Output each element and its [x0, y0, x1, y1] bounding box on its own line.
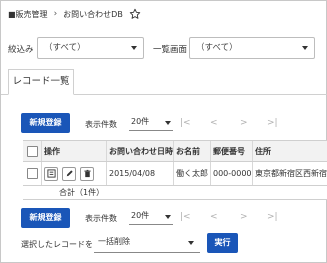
- window-frame: ■販売管理 › お問い合わせDB 絞込み （すべて） 一覧画面 （すべて） レコ…: [0, 0, 327, 263]
- count-label-top: 表示件数: [85, 120, 117, 129]
- delete-icon: [83, 169, 91, 178]
- cell-address: 東京都新宿区西新宿: [255, 169, 327, 178]
- column-divider: [252, 162, 253, 185]
- count-label-bottom: 表示件数: [85, 214, 117, 223]
- view-label: 一覧画面: [153, 45, 188, 55]
- column-divider: [106, 141, 107, 161]
- pager-next-top[interactable]: >: [240, 118, 248, 128]
- pager-prev-bottom[interactable]: <: [210, 212, 218, 222]
- pager-first-bottom[interactable]: |<: [180, 212, 191, 222]
- count-select-bottom[interactable]: 20件: [129, 209, 173, 225]
- detail-button[interactable]: [44, 166, 58, 181]
- bulk-label: 選択したレコードを: [21, 240, 93, 249]
- count-select-top-value: 20件: [131, 117, 150, 126]
- column-header-name[interactable]: お名前: [176, 141, 208, 161]
- column-header-address[interactable]: 住所: [255, 141, 327, 161]
- breadcrumb-root[interactable]: ■販売管理: [8, 9, 48, 20]
- narrow-label: 絞込み: [8, 45, 34, 55]
- bulk-action-value: 一括削除: [98, 237, 130, 246]
- pager-first-top[interactable]: |<: [180, 118, 191, 128]
- table-total-row: 合計（1件）: [23, 186, 327, 200]
- count-select-top[interactable]: 20件: [129, 115, 173, 131]
- view-select-value: （すべて）: [196, 43, 238, 53]
- edit-button[interactable]: [62, 166, 76, 181]
- chevron-down-icon: [165, 215, 171, 219]
- breadcrumb-current: お問い合わせDB: [63, 9, 123, 19]
- table-row: 2015/04/08 働く太郎 000-0000 東京都新宿区西新宿: [23, 162, 327, 186]
- narrow-select[interactable]: （すべて）: [37, 37, 144, 59]
- total-count: 合計（1件）: [59, 188, 105, 197]
- new-record-button-top[interactable]: 新規登録: [21, 113, 70, 133]
- select-all-checkbox[interactable]: [27, 145, 38, 157]
- cell-date: 2015/04/08: [109, 169, 156, 178]
- count-select-bottom-value: 20件: [131, 211, 150, 220]
- column-divider: [41, 141, 42, 161]
- chevron-down-icon: [302, 46, 308, 50]
- column-divider: [106, 162, 107, 185]
- pager-prev-top[interactable]: <: [210, 118, 218, 128]
- narrow-select-value: （すべて）: [44, 43, 86, 53]
- tab-record-list[interactable]: レコード一覧: [8, 69, 74, 95]
- breadcrumb: ■販売管理 › お問い合わせDB: [8, 7, 141, 21]
- new-record-button-bottom[interactable]: 新規登録: [21, 208, 70, 228]
- breadcrumb-separator: ›: [53, 9, 58, 19]
- chevron-down-icon: [165, 121, 171, 125]
- bulk-action-select[interactable]: 一括削除: [94, 233, 200, 253]
- pager-last-bottom[interactable]: >|: [267, 212, 278, 222]
- column-divider: [252, 141, 253, 161]
- table-header-row: 操作 お問い合わせ日時 お名前 郵便番号 住所: [23, 141, 327, 162]
- star-icon[interactable]: [129, 8, 141, 20]
- column-divider: [173, 141, 174, 161]
- chevron-down-icon: [188, 241, 194, 245]
- select-all-cell: [27, 141, 41, 161]
- column-header-actions: 操作: [44, 146, 60, 156]
- column-header-zip[interactable]: 郵便番号: [213, 141, 253, 161]
- filter-row: 絞込み （すべて） 一覧画面 （すべて）: [1, 37, 327, 61]
- row-select-cell: [27, 162, 41, 185]
- column-divider: [210, 141, 211, 161]
- cell-name: 働く太郎: [176, 169, 208, 178]
- delete-button[interactable]: [80, 166, 94, 181]
- record-table: 操作 お問い合わせ日時 お名前 郵便番号 住所 2015/04/08 働く太郎 …: [23, 140, 327, 200]
- cell-zip: 000-0000: [213, 169, 252, 178]
- column-divider: [41, 162, 42, 185]
- chevron-down-icon: [131, 46, 137, 50]
- edit-icon: [66, 170, 73, 177]
- pager-next-bottom[interactable]: >: [240, 212, 248, 222]
- run-button[interactable]: 実行: [207, 233, 238, 253]
- detail-icon: [46, 169, 56, 178]
- column-divider: [173, 162, 174, 185]
- row-checkbox[interactable]: [27, 168, 38, 179]
- column-header-date[interactable]: お問い合わせ日時: [109, 141, 173, 161]
- row-actions: [44, 162, 106, 185]
- view-select[interactable]: （すべて）: [189, 37, 315, 59]
- column-divider: [210, 162, 211, 185]
- pager-last-top[interactable]: >|: [267, 118, 278, 128]
